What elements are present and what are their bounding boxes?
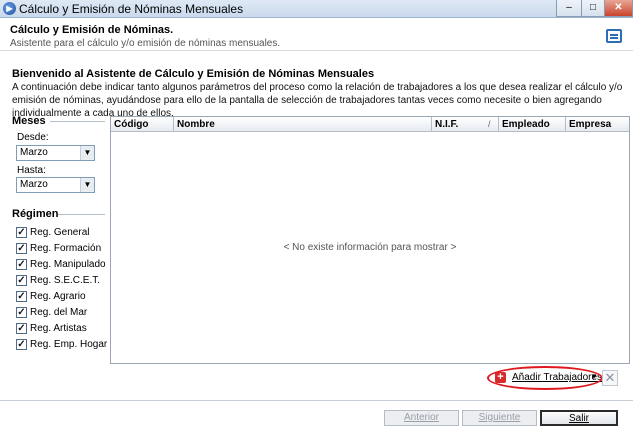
window-titlebar: ▶ Cálculo y Emisión de Nóminas Mensuales…: [0, 0, 633, 18]
regimen-label: Régimen: [12, 208, 59, 220]
desde-select[interactable]: Marzo ▼: [16, 145, 95, 161]
checkbox-check-icon[interactable]: ✓: [16, 243, 27, 254]
salir-label: Salir: [568, 413, 589, 424]
footer-divider: [0, 400, 633, 401]
desde-label: Desde:: [17, 132, 49, 143]
salir-button[interactable]: Salir: [540, 410, 618, 426]
regimen-divider: [58, 214, 105, 215]
window-list-icon: [606, 29, 622, 43]
checkbox-label: Reg. General: [30, 227, 90, 238]
sort-indicator-icon: /: [488, 119, 491, 129]
minimize-button[interactable]: –: [556, 0, 582, 17]
hasta-select[interactable]: Marzo ▼: [16, 177, 95, 193]
checkbox-check-icon[interactable]: ✓: [16, 339, 27, 350]
chevron-down-icon[interactable]: ▼: [80, 146, 94, 160]
header-subtitle: Asistente para el cálculo y/o emisión de…: [10, 38, 281, 49]
anterior-button[interactable]: Anterior: [384, 410, 459, 426]
column-header-empleado[interactable]: Empleado: [499, 117, 566, 132]
anterior-label: Anterior: [403, 412, 439, 423]
meses-divider: [50, 121, 105, 122]
checkbox-label: Reg. Agrario: [30, 291, 86, 302]
hasta-label: Hasta:: [17, 165, 46, 176]
grid-header: Código Nombre N.I.F. / Empleado Empresa: [111, 117, 629, 132]
checkbox-check-icon[interactable]: ✓: [16, 323, 27, 334]
siguiente-button[interactable]: Siguiente: [462, 410, 537, 426]
checkbox-label: Reg. Manipulado: [30, 259, 106, 270]
maximize-button[interactable]: □: [581, 0, 605, 17]
column-header-codigo[interactable]: Código: [111, 117, 174, 132]
grid-empty-message: < No existe información para mostrar >: [283, 242, 457, 253]
hasta-value: Marzo: [20, 179, 48, 190]
welcome-text: A continuación debe indicar tanto alguno…: [12, 82, 623, 119]
app-icon: ▶: [3, 2, 16, 15]
column-header-empresa[interactable]: Empresa: [566, 117, 629, 132]
window-title: Cálculo y Emisión de Nóminas Mensuales: [19, 2, 244, 16]
checkbox-label: Reg. del Mar: [30, 307, 88, 318]
checkbox-check-icon[interactable]: ✓: [16, 291, 27, 302]
chevron-down-icon[interactable]: ▼: [80, 178, 94, 192]
welcome-heading: Bienvenido al Asistente de Cálculo y Emi…: [12, 68, 375, 80]
checkbox-label: Reg. Emp. Hogar: [30, 339, 108, 350]
meses-label: Meses: [12, 115, 46, 127]
checkbox-label: Reg. Formación: [30, 243, 102, 254]
wizard-header: Cálculo y Emisión de Nóminas. Asistente …: [0, 18, 633, 51]
column-header-nombre[interactable]: Nombre: [174, 117, 432, 132]
header-title: Cálculo y Emisión de Nóminas.: [10, 24, 174, 36]
siguiente-label: Siguiente: [478, 412, 521, 423]
highlight-ellipse: [487, 366, 603, 390]
checkbox-label: Reg. Artistas: [30, 323, 87, 334]
desde-value: Marzo: [20, 147, 48, 158]
checkbox-check-icon[interactable]: ✓: [16, 307, 27, 318]
close-button[interactable]: ✕: [604, 0, 633, 17]
workers-grid[interactable]: Código Nombre N.I.F. / Empleado Empresa …: [110, 116, 630, 364]
checkbox-label: Reg. S.E.C.E.T.: [30, 275, 101, 286]
delete-worker-button[interactable]: ✕: [602, 370, 618, 386]
checkbox-check-icon[interactable]: ✓: [16, 259, 27, 270]
checkbox-check-icon[interactable]: ✓: [16, 227, 27, 238]
checkbox-check-icon[interactable]: ✓: [16, 275, 27, 286]
